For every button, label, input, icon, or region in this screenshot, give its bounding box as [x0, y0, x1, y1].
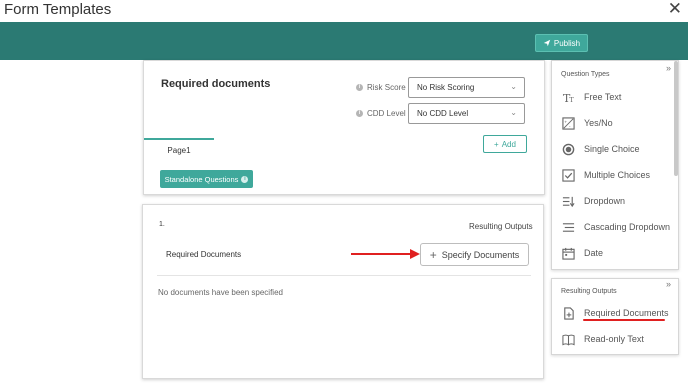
specify-documents-button[interactable]: + Specify Documents	[420, 243, 529, 266]
risk-score-value: No Risk Scoring	[417, 83, 475, 92]
empty-state-text: No documents have been specified	[158, 288, 283, 297]
dropdown-list-icon	[561, 194, 575, 208]
cascading-list-icon	[561, 220, 575, 234]
send-icon	[543, 39, 551, 47]
add-label: Add	[501, 139, 516, 149]
publish-label: Publish	[553, 38, 581, 48]
info-icon: i	[241, 175, 249, 183]
standalone-questions-tab[interactable]: Standalone Questions i	[160, 170, 253, 188]
resulting-outputs-panel: Resulting Outputs » Required Documents R…	[551, 278, 679, 355]
add-page-button[interactable]: + Add	[483, 135, 527, 153]
svg-text:-: -	[568, 124, 570, 129]
question-type-dropdown[interactable]: Dropdown	[561, 192, 676, 210]
window-title: Form Templates	[4, 1, 112, 18]
resulting-outputs-title: Resulting Outputs	[561, 288, 617, 295]
calendar-icon	[561, 246, 575, 260]
question-types-title: Question Types	[561, 71, 610, 78]
standalone-label: Standalone Questions	[164, 174, 239, 184]
question-types-panel: Question Types » TT Free Text + - Yes/No …	[551, 60, 679, 270]
output-read-only-text[interactable]: Read-only Text	[561, 330, 676, 348]
question-type-cascading-dropdown[interactable]: Cascading Dropdown	[561, 218, 676, 236]
svg-text:+: +	[564, 119, 567, 124]
plus-icon: +	[429, 247, 437, 262]
form-title: Required documents	[161, 78, 271, 90]
question-type-multiple-choices[interactable]: Multiple Choices	[561, 166, 676, 184]
resulting-outputs-heading: Resulting Outputs	[469, 222, 533, 231]
annotation-arrow	[351, 249, 420, 259]
close-icon[interactable]: ✕	[668, 0, 682, 18]
plus-icon: +	[494, 139, 499, 149]
question-type-yes-no[interactable]: + - Yes/No	[561, 114, 676, 132]
checkbox-icon	[561, 168, 575, 182]
svg-text:T: T	[569, 96, 574, 104]
tab-page1[interactable]: Page1	[144, 138, 214, 155]
title-bar: Form Templates ✕	[0, 0, 688, 22]
yes-no-icon: + -	[561, 116, 575, 130]
risk-score-select[interactable]: No Risk Scoring ⌄	[408, 77, 525, 98]
chevron-down-icon: ⌄	[510, 108, 517, 117]
specify-label: Specify Documents	[441, 249, 520, 260]
divider	[157, 275, 531, 276]
form-settings-card: Required documents i Risk Score No Risk …	[143, 60, 545, 195]
cdd-level-label: i CDD Level	[356, 109, 406, 118]
document-icon	[561, 306, 575, 320]
highlight-underline	[583, 319, 665, 321]
question-type-free-text[interactable]: TT Free Text	[561, 88, 676, 106]
collapse-icon[interactable]: »	[666, 63, 671, 73]
risk-score-label: i Risk Score	[356, 83, 406, 92]
question-card: 1. Resulting Outputs Required Documents …	[142, 204, 544, 379]
cdd-level-select[interactable]: No CDD Level ⌄	[408, 103, 525, 124]
info-icon: i	[356, 110, 363, 117]
book-icon	[561, 332, 575, 346]
collapse-icon[interactable]: »	[666, 279, 671, 289]
question-number: 1.	[159, 221, 165, 228]
info-icon: i	[356, 84, 363, 91]
chevron-down-icon: ⌄	[510, 82, 517, 91]
question-type-date[interactable]: Date	[561, 244, 676, 262]
radio-icon	[561, 142, 575, 156]
text-format-icon: TT	[561, 90, 575, 104]
question-name: Required Documents	[166, 250, 242, 259]
publish-button[interactable]: Publish	[535, 34, 588, 52]
cdd-level-value: No CDD Level	[417, 109, 469, 118]
question-type-single-choice[interactable]: Single Choice	[561, 140, 676, 158]
